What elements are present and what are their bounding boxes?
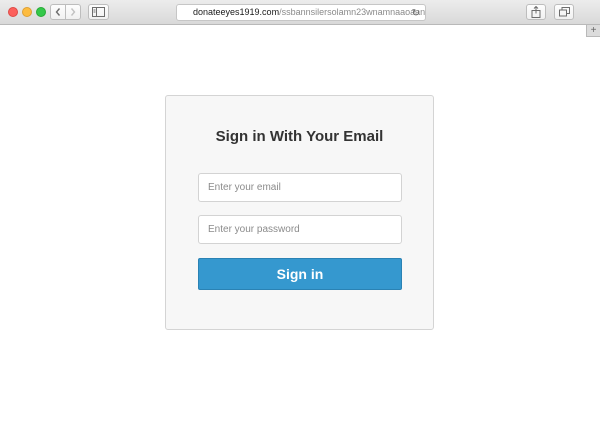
- url-path: /ssbannsilersolamn23wnamnaaoaana: [279, 7, 426, 17]
- email-field[interactable]: [198, 173, 402, 202]
- browser-toolbar: donateeyes1919.com/ssbannsilersolamn23wn…: [0, 0, 600, 25]
- share-button[interactable]: [526, 4, 546, 20]
- sidebar-toggle-button[interactable]: [88, 4, 109, 20]
- password-field[interactable]: [198, 215, 402, 244]
- close-window-icon[interactable]: [8, 7, 18, 17]
- new-tab-button[interactable]: +: [586, 25, 600, 37]
- fullscreen-window-icon[interactable]: [36, 7, 46, 17]
- tabs-overview-icon: [558, 7, 570, 17]
- tabs-overview-button[interactable]: [554, 4, 574, 20]
- share-icon: [531, 6, 541, 18]
- plus-icon: +: [590, 25, 597, 36]
- back-button[interactable]: [50, 4, 66, 20]
- chevron-right-icon: [70, 8, 76, 16]
- reload-icon[interactable]: ↻: [412, 6, 420, 20]
- page-title: Sign in With Your Email: [215, 128, 384, 145]
- signin-card: Sign in With Your Email Sign in: [165, 95, 434, 330]
- address-bar[interactable]: donateeyes1919.com/ssbannsilersolamn23wn…: [176, 4, 426, 21]
- signin-button[interactable]: Sign in: [198, 258, 402, 290]
- sidebar-icon: [92, 7, 105, 17]
- chevron-left-icon: [55, 8, 61, 16]
- url-host: donateeyes1919.com: [193, 7, 280, 17]
- minimize-window-icon[interactable]: [22, 7, 32, 17]
- forward-button[interactable]: [65, 4, 81, 20]
